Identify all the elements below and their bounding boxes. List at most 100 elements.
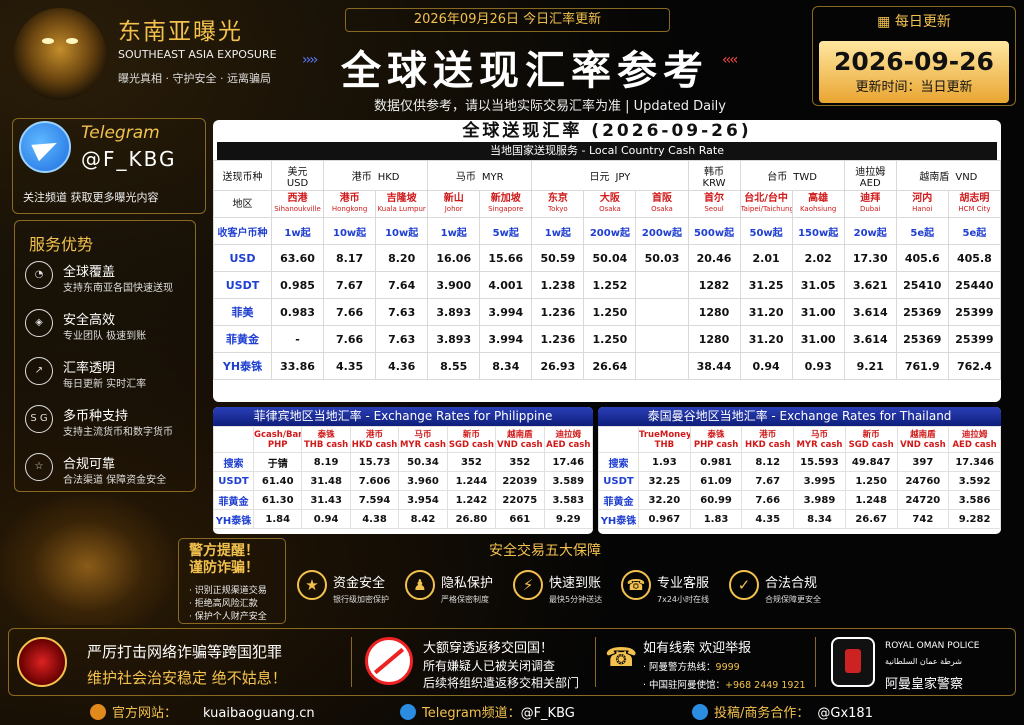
rate-cell <box>635 352 689 380</box>
rate-cell: 25369 <box>895 298 949 326</box>
column-header: 泰铢 THB cash <box>301 426 351 453</box>
brand-name-cn: 东南亚曝光 <box>118 19 243 45</box>
rate-cell: 3.994 <box>479 298 533 326</box>
currency-header: 美元 USD <box>270 160 325 191</box>
min-amount-cell: 5e起 <box>947 217 1001 245</box>
rate-cell: 31.20 <box>739 325 793 353</box>
rate-cell: 1.244 <box>446 471 497 491</box>
min-amount-cell: 10w起 <box>375 217 429 245</box>
rate-cell: 50.59 <box>531 244 585 272</box>
rate-cell: 0.94 <box>301 509 351 529</box>
rate-cell: 26.64 <box>583 352 637 380</box>
currency-header: 越南盾 VND <box>895 160 1001 191</box>
rate-cell: 15.593 <box>793 452 846 472</box>
rate-cell: 3.589 <box>543 471 593 491</box>
rate-cell: 405.8 <box>947 244 1001 272</box>
rate-cell: 0.94 <box>739 352 793 380</box>
telegram-box[interactable]: Telegram @F_KBG 关注频道 获取更多曝光内容 <box>12 118 206 214</box>
tiger-illustration <box>0 495 175 625</box>
telegram-name: Telegram <box>81 123 160 143</box>
row-label: 菲黄金 <box>598 490 639 510</box>
daily-update-box: ▦ 每日更新 2026-09-26 更新时间：当日更新 <box>812 6 1016 106</box>
rate-cell: 4.001 <box>479 271 533 299</box>
rate-cell: 31.48 <box>301 471 351 491</box>
region-cell: 新加坡 Singapore <box>479 190 533 218</box>
currency-header: 台币 TWD <box>739 160 845 191</box>
rate-cell: 60.99 <box>689 490 743 510</box>
column-header: TrueMoney THB <box>638 426 691 453</box>
rate-cell: 0.93 <box>791 352 845 380</box>
column-header: 马币 MYR cash <box>398 426 448 453</box>
philippine-rate-title: 菲律宾地区当地汇率 - Exchange Rates for Philippin… <box>213 407 593 426</box>
rate-cell: 7.66 <box>741 490 795 510</box>
rate-cell: 8.20 <box>375 244 429 272</box>
rate-cell: 26.67 <box>844 509 898 529</box>
telegram-handle[interactable]: @F_KBG <box>81 147 177 171</box>
rate-cell: 9.282 <box>948 509 1001 529</box>
rate-cell: 4.38 <box>349 509 400 529</box>
report-hotline: ☎ 如有线索 欢迎举报 · 阿曼警方热线：9999 · 中国驻阿曼使馆：+968… <box>599 629 809 695</box>
min-amount-cell: 5e起 <box>895 217 949 245</box>
table-row: 菲黄金 -7.66 7.63 3.893 3.994 1.236 1.250 1280 31.2… <box>213 325 1001 353</box>
rate-cell: 352 <box>495 452 545 472</box>
police-warning-box: 警方提醒！ 谨防诈骗！ · 识别正规渠道交易 · 拒绝高风险汇款 · 保护个人财产… <box>178 538 286 624</box>
prohibited-icon <box>365 637 413 685</box>
date-banner: 2026年09月26日 今日汇率更新 <box>345 8 670 32</box>
column-header: 泰铢 PHP cash <box>689 426 743 453</box>
embassy-hotline: · 中国驻阿曼使馆：+968 2449 1921 <box>643 680 806 691</box>
check-circle-icon: ✓ <box>729 570 759 600</box>
min-amount-cell: 5w起 <box>479 217 533 245</box>
rate-cell: 25369 <box>895 325 949 353</box>
thailand-rate-title: 泰国曼谷地区当地汇率 - Exchange Rates for Thailand <box>598 407 1001 426</box>
guarantee-title-text: 快速到账 <box>549 576 602 591</box>
table-row: YH泰铢 33.86 4.35 4.36 8.55 8.34 26.93 26.64 38.44… <box>213 352 1001 380</box>
shield-star-icon: ★ <box>297 570 327 600</box>
column-header: Gcash/BankPHP <box>252 426 303 453</box>
row-label: YH泰铢 <box>213 509 254 529</box>
region-cell: 大阪 Osaka <box>583 190 637 218</box>
crime-notice-line2: 维护社会治安稳定 绝不姑息！ <box>87 669 287 687</box>
rate-cell: 742 <box>896 509 950 529</box>
table-row: 菲美 0.983 7.66 7.63 3.893 3.994 1.236 1.250 1280 3… <box>213 298 1001 326</box>
row-label: USDT <box>213 271 272 299</box>
rate-cell: 8.34 <box>479 352 533 380</box>
services-title: 服务优势 <box>29 235 94 254</box>
rate-cell: 8.42 <box>398 509 448 529</box>
rate-cell: 17.346 <box>948 452 1001 472</box>
service-title: 多币种支持 <box>63 409 129 424</box>
coins-icon: S G <box>25 405 53 433</box>
region-cell: 西港 Sihanoukville <box>270 190 325 218</box>
rate-cell: 1.252 <box>583 271 637 299</box>
page-title: 全球送现汇率参考 <box>341 48 709 94</box>
guarantee-item: ♟ 隐私保护 严格保密制度 <box>401 564 509 622</box>
rate-table-subtitle: 当地国家送现服务 - Local Country Cash Rate <box>217 142 997 160</box>
rate-cell: 1.83 <box>689 509 743 529</box>
service-desc: 每日更新 实时汇率 <box>63 379 147 390</box>
services-box: 服务优势 ◔ 全球覆盖 支持东南亚各国快速送现 ◈ 安全高效 专业团队 极速到账… <box>14 220 196 492</box>
oman-police-emblem-icon <box>831 637 875 687</box>
corner-cell <box>213 426 254 453</box>
service-desc: 合法渠道 保障资金安全 <box>63 475 167 486</box>
rate-cell: 3.614 <box>843 298 897 326</box>
min-amount-cell: 1w起 <box>427 217 481 245</box>
footer-website[interactable]: 官方网站： kuaibaoguang.cn <box>90 702 315 722</box>
guarantee-item: ⚡ 快速到账 最快5分钟送达 <box>509 564 617 622</box>
globe-icon <box>90 704 106 720</box>
footer-telegram[interactable]: Telegram频道：@F_KBG <box>400 702 575 722</box>
page-subtitle: 数据仅供参考，请以当地实际交易汇率为准 | Updated Daily <box>373 99 726 114</box>
service-item: ☆ 合规可靠 合法渠道 保障资金安全 <box>23 451 195 495</box>
region-cell: 港币 Hongkong <box>323 190 377 218</box>
lightning-icon: ⚡ <box>513 570 543 600</box>
telegram-icon <box>19 121 71 173</box>
row-label: USDT <box>598 471 639 491</box>
table-row: USDT 61.40 31.48 7.606 3.960 1.244 22039 3.589 <box>213 471 593 491</box>
rate-cell: 63.60 <box>270 244 325 272</box>
row-label: USD <box>213 244 272 272</box>
rate-cell: 3.586 <box>948 490 1001 510</box>
rate-cell: 于锖 <box>252 452 303 472</box>
rate-cell <box>635 298 689 326</box>
rate-cell: 15.66 <box>479 244 533 272</box>
crime-notice: 严厉打击网络诈骗等跨国犯罪 维护社会治安稳定 绝不姑息！ <box>9 629 349 695</box>
headset-icon: ☎ <box>621 570 651 600</box>
footer-contact[interactable]: 投稿/商务合作： @Gx181 <box>692 702 873 722</box>
